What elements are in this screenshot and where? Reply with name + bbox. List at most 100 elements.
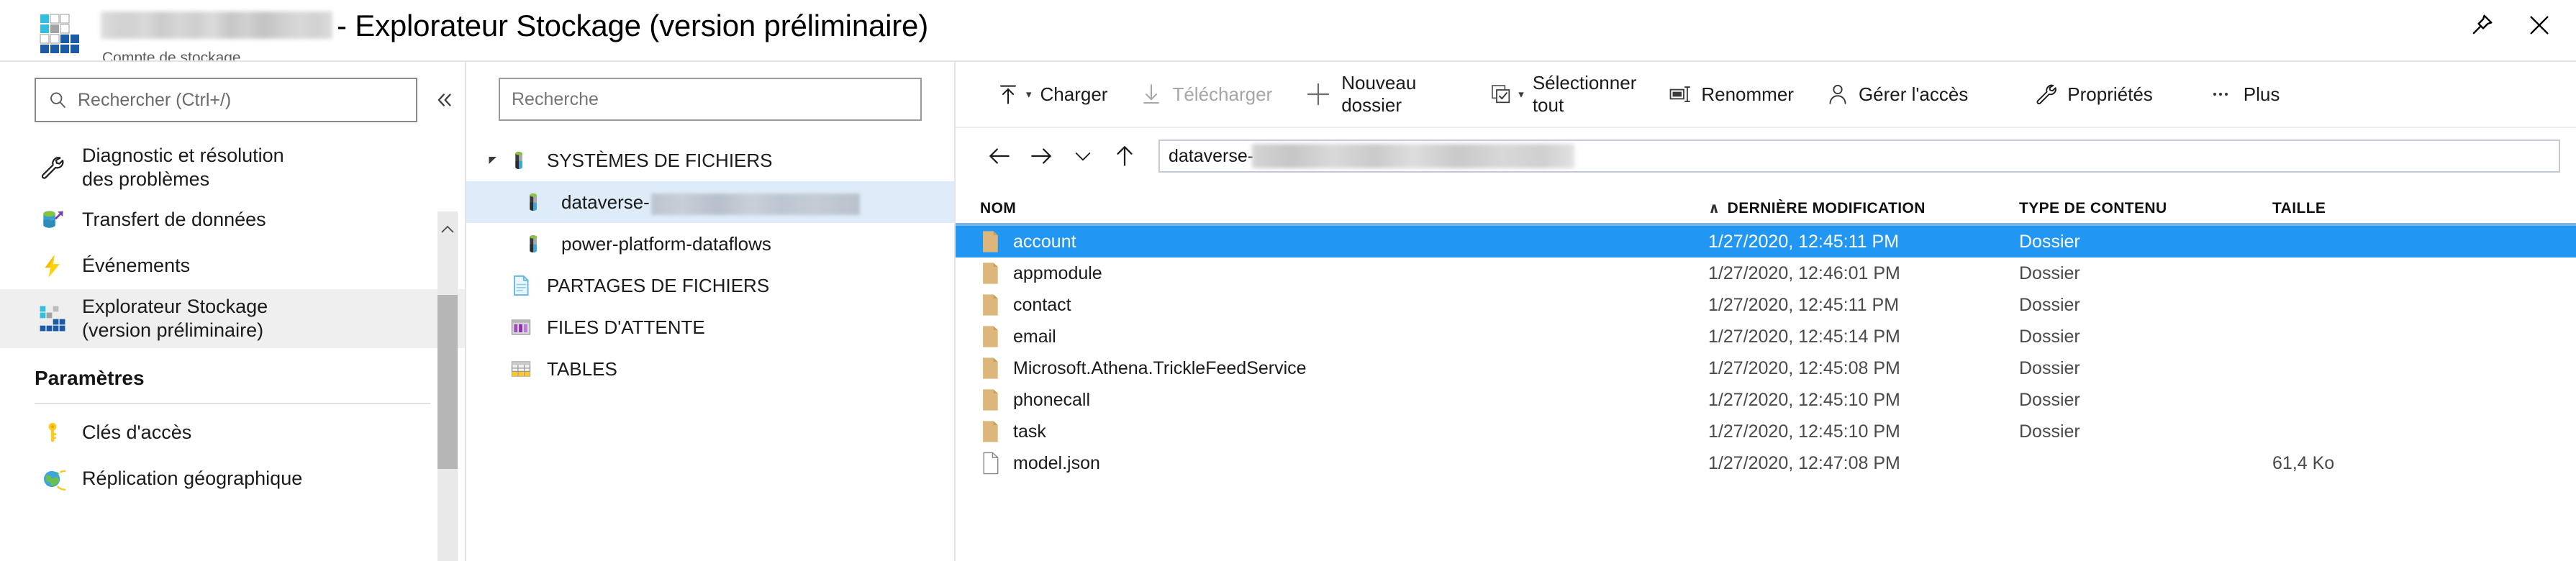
table-row[interactable]: Microsoft.Athena.TrickleFeedService 1/27… <box>956 352 2576 384</box>
wrench-icon <box>35 154 71 181</box>
sidebar-item-label: Transfert de données <box>82 209 266 231</box>
file-share-icon <box>505 273 537 298</box>
column-header-modified[interactable]: ∧ DERNIÈRE MODIFICATION <box>1708 199 2019 223</box>
lightning-icon <box>35 252 71 280</box>
sidebar-item-label: Clés d'accès <box>82 421 192 444</box>
cell-content-type: Dossier <box>2019 389 2080 410</box>
pin-icon[interactable] <box>2470 13 2494 37</box>
tree-node-dataverse[interactable]: dataverse- <box>466 181 954 223</box>
arrow-left-icon <box>989 148 1010 164</box>
tree-node-label: SYSTÈMES DE FICHIERS <box>547 149 773 171</box>
download-button: Télécharger <box>1123 66 1288 122</box>
cell-content-type: Dossier <box>2019 421 2080 442</box>
expand-triangle-icon[interactable] <box>481 154 505 167</box>
file-list-header: NOM ∧ DERNIÈRE MODIFICATION TYPE DE CONT… <box>956 184 2576 226</box>
toolbar-button-label: Nouveau dossier <box>1341 72 1417 116</box>
sidebar-section-title: Paramètres <box>35 366 145 389</box>
cell-name: appmodule <box>980 261 1708 286</box>
sidebar-search-box[interactable]: Rechercher (Ctrl+/) <box>35 78 417 122</box>
chevron-down-icon[interactable]: ▾ <box>1026 88 1032 101</box>
tree-node-power-platform-dataflows[interactable]: power-platform-dataflows <box>466 223 954 265</box>
tree-node-systemes-de-fichiers[interactable]: SYSTÈMES DE FICHIERS <box>466 140 954 181</box>
folder-icon <box>983 326 998 347</box>
page-title: - Explorateur Stockage (version prélimin… <box>337 9 928 42</box>
wrench-icon <box>2036 84 2057 105</box>
rename-icon <box>1669 86 1691 102</box>
table-row[interactable]: appmodule 1/27/2020, 12:46:01 PM Dossier <box>956 257 2576 289</box>
sidebar-item-diagnostic[interactable]: Diagnostic et résolution des problèmes <box>0 138 465 197</box>
left-sidebar: Rechercher (Ctrl+/) Diagnostic et résolu… <box>0 62 466 561</box>
path-text: dataverse- <box>1169 145 1254 166</box>
scroll-up-button[interactable] <box>437 211 458 295</box>
path-input[interactable]: dataverse- <box>1158 140 2560 173</box>
toolbar-button-label: Plus <box>2243 83 2280 105</box>
file-name: appmodule <box>1013 263 1102 283</box>
table-row[interactable]: phonecall 1/27/2020, 12:45:10 PM Dossier <box>956 384 2576 416</box>
tree-node-tables[interactable]: TABLES <box>466 348 954 390</box>
sidebar-item-label: Diagnostic et résolution des problèmes <box>82 145 284 190</box>
table-row[interactable]: account 1/27/2020, 12:45:11 PM Dossier <box>956 226 2576 257</box>
sidebar-item-label: Réplication géographique <box>82 468 303 490</box>
file-name: contact <box>1013 294 1071 315</box>
tree-node-partages-de-fichiers[interactable]: PARTAGES DE FICHIERS <box>466 265 954 306</box>
file-name: phonecall <box>1013 389 1091 410</box>
tree-node-files-dattente[interactable]: FILES D'ATTENTE <box>466 306 954 348</box>
rename-button[interactable]: Renommer <box>1652 66 1810 122</box>
column-header-name[interactable]: NOM <box>980 200 1708 223</box>
new-folder-button[interactable]: Nouveau dossier <box>1288 66 1432 122</box>
table-row[interactable]: model.json 1/27/2020, 12:47:08 PM 61,4 K… <box>956 447 2576 479</box>
chevron-down-icon[interactable]: ▾ <box>1518 88 1524 101</box>
table-row[interactable]: task 1/27/2020, 12:45:10 PM Dossier <box>956 416 2576 447</box>
sidebar-item-replication-geographique[interactable]: Réplication géographique <box>0 456 465 502</box>
column-header-content-type[interactable]: TYPE DE CONTENU <box>2019 200 2272 223</box>
scrollbar-thumb[interactable] <box>437 295 458 469</box>
file-icon <box>983 452 999 475</box>
sidebar-collapse-button[interactable] <box>430 86 459 114</box>
cell-modified: 1/27/2020, 12:46:01 PM <box>1708 263 1900 283</box>
data-transfer-icon <box>35 206 71 234</box>
sidebar-section-divider <box>35 402 430 404</box>
column-header-size[interactable]: TAILLE <box>2272 200 2556 223</box>
back-button[interactable] <box>980 137 1019 175</box>
upload-button[interactable]: ▾ Charger <box>980 66 1123 122</box>
ellipsis-icon <box>2213 92 2228 96</box>
manage-access-button[interactable]: Gérer l'accès <box>1810 66 1984 122</box>
title-block: - Explorateur Stockage (version prélimin… <box>101 9 928 67</box>
tree-node-label: dataverse- <box>561 191 650 213</box>
column-label: TYPE DE CONTENU <box>2019 200 2167 216</box>
account-name-redacted <box>101 12 332 39</box>
properties-button[interactable]: Propriétés <box>2018 66 2169 122</box>
more-button[interactable]: Plus <box>2195 66 2296 122</box>
close-icon[interactable] <box>2527 13 2552 37</box>
cell-modified: 1/27/2020, 12:45:10 PM <box>1708 421 1900 442</box>
folder-icon <box>983 294 998 316</box>
toolbar-button-label: Renommer <box>1701 83 1794 105</box>
sidebar-nav-list: Diagnostic et résolution des problèmes T… <box>0 138 465 502</box>
table-row[interactable]: contact 1/27/2020, 12:45:11 PM Dossier <box>956 289 2576 321</box>
sidebar-item-evenements[interactable]: Événements <box>0 243 465 289</box>
window-controls <box>2470 13 2552 37</box>
sidebar-scrollbar[interactable] <box>437 211 458 561</box>
cell-size: 61,4 Ko <box>2272 452 2335 473</box>
storage-explorer-icon <box>35 304 71 333</box>
cell-name: contact <box>980 293 1708 317</box>
forward-button[interactable] <box>1022 137 1061 175</box>
folder-icon <box>983 357 998 379</box>
toolbar-button-label: Gérer l'accès <box>1858 83 1969 105</box>
history-dropdown-button[interactable] <box>1063 137 1102 175</box>
tree-node-label: FILES D'ATTENTE <box>547 316 705 338</box>
sidebar-item-label: Explorateur Stockage (version préliminai… <box>82 295 268 341</box>
scrollbar-track[interactable] <box>437 469 458 561</box>
tree-node-label: PARTAGES DE FICHIERS <box>547 274 770 296</box>
table-row[interactable]: email 1/27/2020, 12:45:14 PM Dossier <box>956 321 2576 352</box>
cell-content-type: Dossier <box>2019 294 2080 315</box>
chevron-up-icon <box>441 225 454 233</box>
tree-search-box[interactable]: Recherche <box>499 78 922 121</box>
sidebar-item-explorateur-stockage[interactable]: Explorateur Stockage (version préliminai… <box>0 288 465 348</box>
sidebar-item-cles-dacces[interactable]: Clés d'accès <box>0 410 465 456</box>
cell-content-type: Dossier <box>2019 326 2080 347</box>
up-level-button[interactable] <box>1105 137 1144 175</box>
sidebar-item-transfert-donnees[interactable]: Transfert de données <box>0 197 465 243</box>
select-all-button[interactable]: ▾ Sélectionner tout <box>1474 66 1652 122</box>
cell-modified: 1/27/2020, 12:47:08 PM <box>1708 452 1900 473</box>
